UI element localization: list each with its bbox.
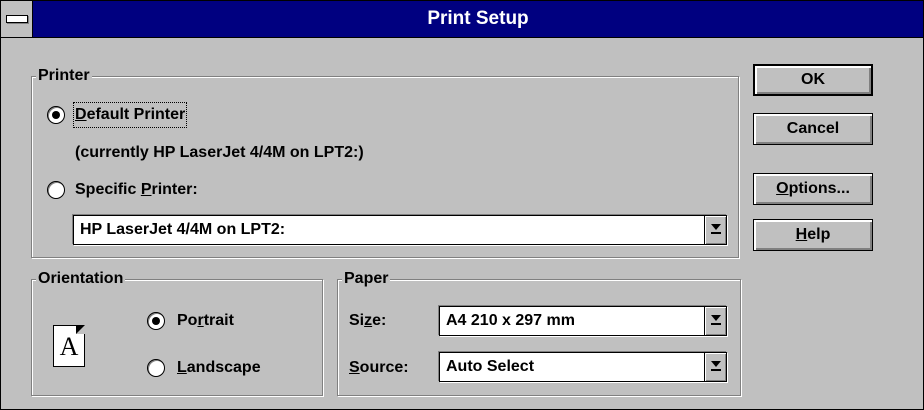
system-menu-button[interactable]: [1, 1, 33, 37]
label-accelerator: D: [75, 106, 87, 123]
label-text: trait: [203, 312, 234, 329]
paper-group-legend: Paper: [342, 269, 391, 289]
specific-printer-value: HP LaserJet 4/4M on LPT2:: [80, 221, 286, 238]
label-accelerator: S: [349, 359, 360, 376]
specific-printer-radio[interactable]: [47, 181, 65, 199]
system-menu-icon: [6, 15, 28, 23]
paper-source-value: Auto Select: [446, 358, 535, 375]
label-text: Po: [177, 312, 198, 329]
ok-button[interactable]: OK: [753, 64, 873, 96]
button-label: elp: [807, 226, 831, 243]
label-text: andscape: [186, 359, 261, 376]
landscape-label[interactable]: Landscape: [177, 357, 261, 379]
label-text: ource:: [359, 359, 409, 376]
button-accelerator: O: [776, 180, 789, 197]
landscape-radio[interactable]: [147, 359, 165, 377]
current-printer-text: (currently HP LaserJet 4/4M on LPT2:): [75, 144, 364, 161]
label-accelerator: L: [177, 359, 187, 376]
label-text: efault Printer: [86, 106, 186, 123]
portrait-radio[interactable]: [147, 312, 165, 330]
title-bar[interactable]: Print Setup: [1, 1, 923, 38]
paper-size-value: A4 210 x 297 mm: [446, 312, 575, 329]
portrait-page-icon: A: [53, 325, 85, 367]
label-text: Si: [349, 312, 365, 329]
radio-selected-dot: [152, 317, 160, 325]
window-title: Print Setup: [427, 8, 529, 29]
button-accelerator: H: [795, 226, 808, 243]
portrait-label[interactable]: Portrait: [177, 310, 234, 332]
button-label: ptions...: [788, 180, 850, 197]
default-printer-label[interactable]: Default Printer: [72, 102, 188, 128]
dropdown-arrow-icon[interactable]: [704, 307, 726, 335]
dropdown-arrow-icon[interactable]: [704, 216, 726, 244]
paper-source-label: Source:: [349, 357, 409, 379]
help-button[interactable]: Help: [753, 219, 873, 251]
label-text: rinter:: [151, 181, 198, 198]
options-button[interactable]: Options...: [753, 173, 873, 205]
orientation-group-legend: Orientation: [36, 269, 126, 289]
label-text: e:: [372, 312, 387, 329]
paper-size-select[interactable]: A4 210 x 297 mm: [439, 306, 727, 336]
printer-group-legend: Printer: [36, 66, 92, 86]
specific-printer-label[interactable]: Specific Printer:: [75, 179, 198, 201]
cancel-button[interactable]: Cancel: [753, 113, 873, 145]
paper-source-select[interactable]: Auto Select: [439, 352, 727, 382]
radio-selected-dot: [52, 111, 60, 119]
label-accelerator: z: [364, 312, 373, 329]
default-printer-radio[interactable]: [47, 106, 65, 124]
label-accelerator: P: [140, 181, 152, 198]
label-text: Specific: [75, 181, 141, 198]
specific-printer-select[interactable]: HP LaserJet 4/4M on LPT2:: [73, 215, 727, 245]
paper-size-label: Size:: [349, 310, 386, 332]
dropdown-arrow-icon[interactable]: [704, 353, 726, 381]
page-icon-letter: A: [59, 332, 79, 361]
print-setup-dialog: Print Setup Printer Default Printer (cur…: [0, 0, 924, 410]
